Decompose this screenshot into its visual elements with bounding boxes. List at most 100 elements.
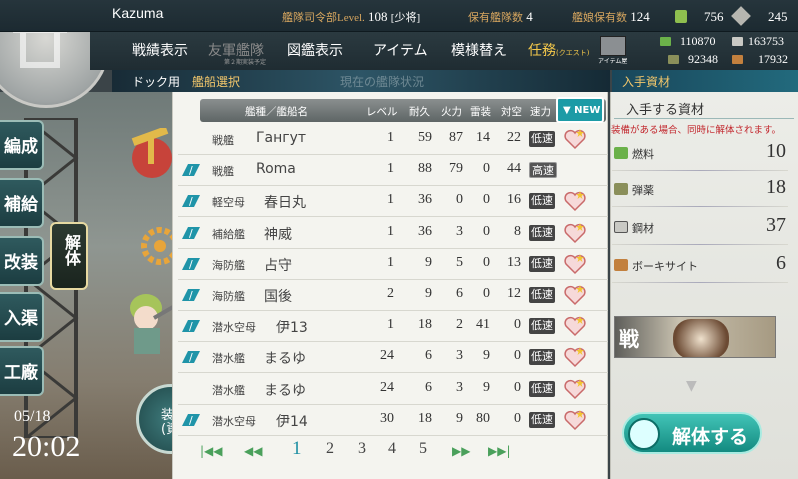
table-row[interactable]: / 海防艦 国後 2 9 6 0 12 低速 (178, 280, 608, 311)
stat-torp: 80 (476, 410, 490, 426)
quest-sub: (クエスト) (556, 49, 590, 57)
materials-title-divider (614, 118, 794, 119)
factory-label: 工廠 (4, 363, 38, 383)
friendly-fleet-sub: 第２期実装予定 (224, 59, 267, 66)
first-page-icon[interactable]: |◀◀ (200, 444, 223, 458)
col-hp[interactable]: 耐久 (409, 104, 430, 119)
items-button[interactable]: アイテム (373, 40, 428, 60)
stat-torp: 0 (483, 254, 490, 270)
table-row[interactable]: / 軽空母 春日丸 1 36 0 0 16 低速 (178, 186, 608, 218)
stat-fire: 0 (456, 192, 463, 208)
prev-page-icon[interactable]: ◀◀ (244, 444, 262, 458)
stat-aa: 0 (514, 348, 521, 364)
fairy-worker-icon (130, 294, 176, 354)
stat-level: 1 (387, 130, 394, 145)
divider (612, 206, 788, 207)
col-name[interactable]: 艦種／艦船名 (245, 104, 308, 119)
table-row[interactable]: 潜水艦 まるゆ 24 6 3 9 0 低速 (178, 374, 608, 405)
ship-type: 海防艦 (212, 290, 245, 303)
table-row[interactable]: / 潜水空母 伊14 30 18 9 80 0 低速 (178, 405, 608, 436)
speed-badge: 低速 (529, 287, 555, 303)
page-5[interactable]: 5 (419, 440, 427, 458)
organize-button[interactable]: 編成 (0, 120, 44, 170)
lock-icon: / (182, 257, 200, 271)
clock-time: 20:02 (12, 430, 81, 463)
ammo-yield: 18 (766, 176, 786, 198)
stat-aa: 16 (507, 192, 521, 208)
table-row[interactable]: 戦艦 Гангут 1 59 87 14 22 低速 (178, 124, 608, 155)
stat-fire: 2 (456, 317, 463, 333)
page-1[interactable]: 1 (292, 438, 302, 460)
ship-name: 春日丸 (264, 195, 306, 212)
heart-lock-icon[interactable] (563, 221, 587, 245)
lock-icon: / (182, 320, 200, 333)
table-row[interactable]: / 潜水艦 まるゆ 24 6 3 9 0 低速 (178, 342, 608, 374)
fleets-label: 保有艦隊数 (468, 12, 523, 24)
bauxite-icon (614, 259, 628, 271)
banner-kanji: 戦 (619, 327, 639, 351)
steel-icon (732, 37, 743, 46)
stat-aa: 8 (514, 223, 521, 239)
chevron-down-icon: ▼ (686, 378, 697, 394)
stat-hp: 18 (418, 317, 432, 333)
speed-badge: 低速 (529, 224, 555, 241)
next-page-icon[interactable]: ▶▶ (452, 444, 470, 458)
page-4[interactable]: 4 (388, 440, 396, 458)
table-row[interactable]: / 潜水空母 伊13 1 18 2 41 0 低速 (178, 311, 608, 343)
table-row[interactable]: / 戦艦 Roma 1 88 79 0 44 高速 (178, 155, 608, 187)
page-2[interactable]: 2 (326, 440, 334, 458)
col-level[interactable]: レベル (366, 104, 398, 119)
col-torp[interactable]: 雷装 (470, 104, 491, 119)
heart-lock-icon[interactable] (563, 345, 587, 369)
quest-button[interactable]: 任務(クエスト) (528, 40, 589, 60)
remodel-label: 改装 (4, 253, 38, 273)
ships-value: 124 (630, 9, 650, 24)
record-button[interactable]: 戦績表示 (132, 40, 188, 60)
heart-lock-icon[interactable] (563, 189, 587, 213)
dev-material-count: 245 (768, 9, 788, 24)
secretary-ship-banner: 戦 (614, 316, 776, 358)
repair-button[interactable]: 入渠 (0, 292, 44, 342)
last-page-icon[interactable]: ▶▶| (488, 444, 511, 458)
table-row[interactable]: / 補給艦 神威 1 36 3 0 8 低速 (178, 218, 608, 249)
speed-badge: 低速 (529, 131, 555, 147)
ships-label: 艦娘保有数 (572, 12, 627, 24)
stat-hp: 36 (418, 223, 432, 239)
gear-icon (628, 418, 660, 450)
sort-toggle-button[interactable]: ▼ NEW (556, 97, 604, 123)
col-speed[interactable]: 速力 (530, 104, 551, 119)
speed-badge: 低速 (529, 380, 555, 397)
ship-type: 潜水艦 (212, 383, 245, 397)
col-aa[interactable]: 対空 (501, 104, 522, 119)
heart-lock-icon[interactable] (563, 408, 587, 432)
stat-fire: 5 (456, 254, 463, 270)
remodel-button[interactable]: 改装 (0, 236, 44, 286)
furniture-button[interactable]: 模様替え (451, 40, 507, 60)
page-3[interactable]: 3 (358, 440, 366, 458)
bucket-count: 756 (704, 9, 724, 24)
heart-lock-icon[interactable] (563, 377, 587, 401)
heart-lock-icon[interactable] (563, 283, 587, 307)
item-shop-icon[interactable] (600, 36, 626, 56)
heart-lock-icon[interactable] (563, 314, 587, 338)
table-row[interactable]: / 海防艦 占守 1 9 5 0 13 低速 (178, 249, 608, 280)
col-fire[interactable]: 火力 (441, 104, 462, 119)
library-button[interactable]: 図鑑表示 (287, 40, 343, 60)
dismantle-tab[interactable]: 解体 (50, 222, 88, 290)
svg-text:/: / (189, 195, 193, 208)
speed-badge: 低速 (529, 193, 555, 210)
heart-lock-icon[interactable] (563, 252, 587, 276)
svg-text:/: / (189, 414, 193, 427)
supply-button[interactable]: 補給 (0, 178, 44, 228)
svg-text:/: / (189, 227, 193, 240)
bauxite-stock: 17932 (758, 52, 788, 66)
clock-date: 05/18 (14, 408, 51, 425)
factory-button[interactable]: 工廠 (0, 346, 44, 396)
ship-name: 神威 (264, 226, 292, 243)
ammo-stock: 92348 (688, 52, 718, 66)
dismantle-button[interactable]: 解体する (622, 412, 762, 454)
repair-label: 入渠 (4, 309, 38, 329)
heart-lock-icon[interactable] (563, 127, 587, 151)
lock-icon: / (182, 195, 200, 208)
lock-icon: / (182, 164, 200, 177)
